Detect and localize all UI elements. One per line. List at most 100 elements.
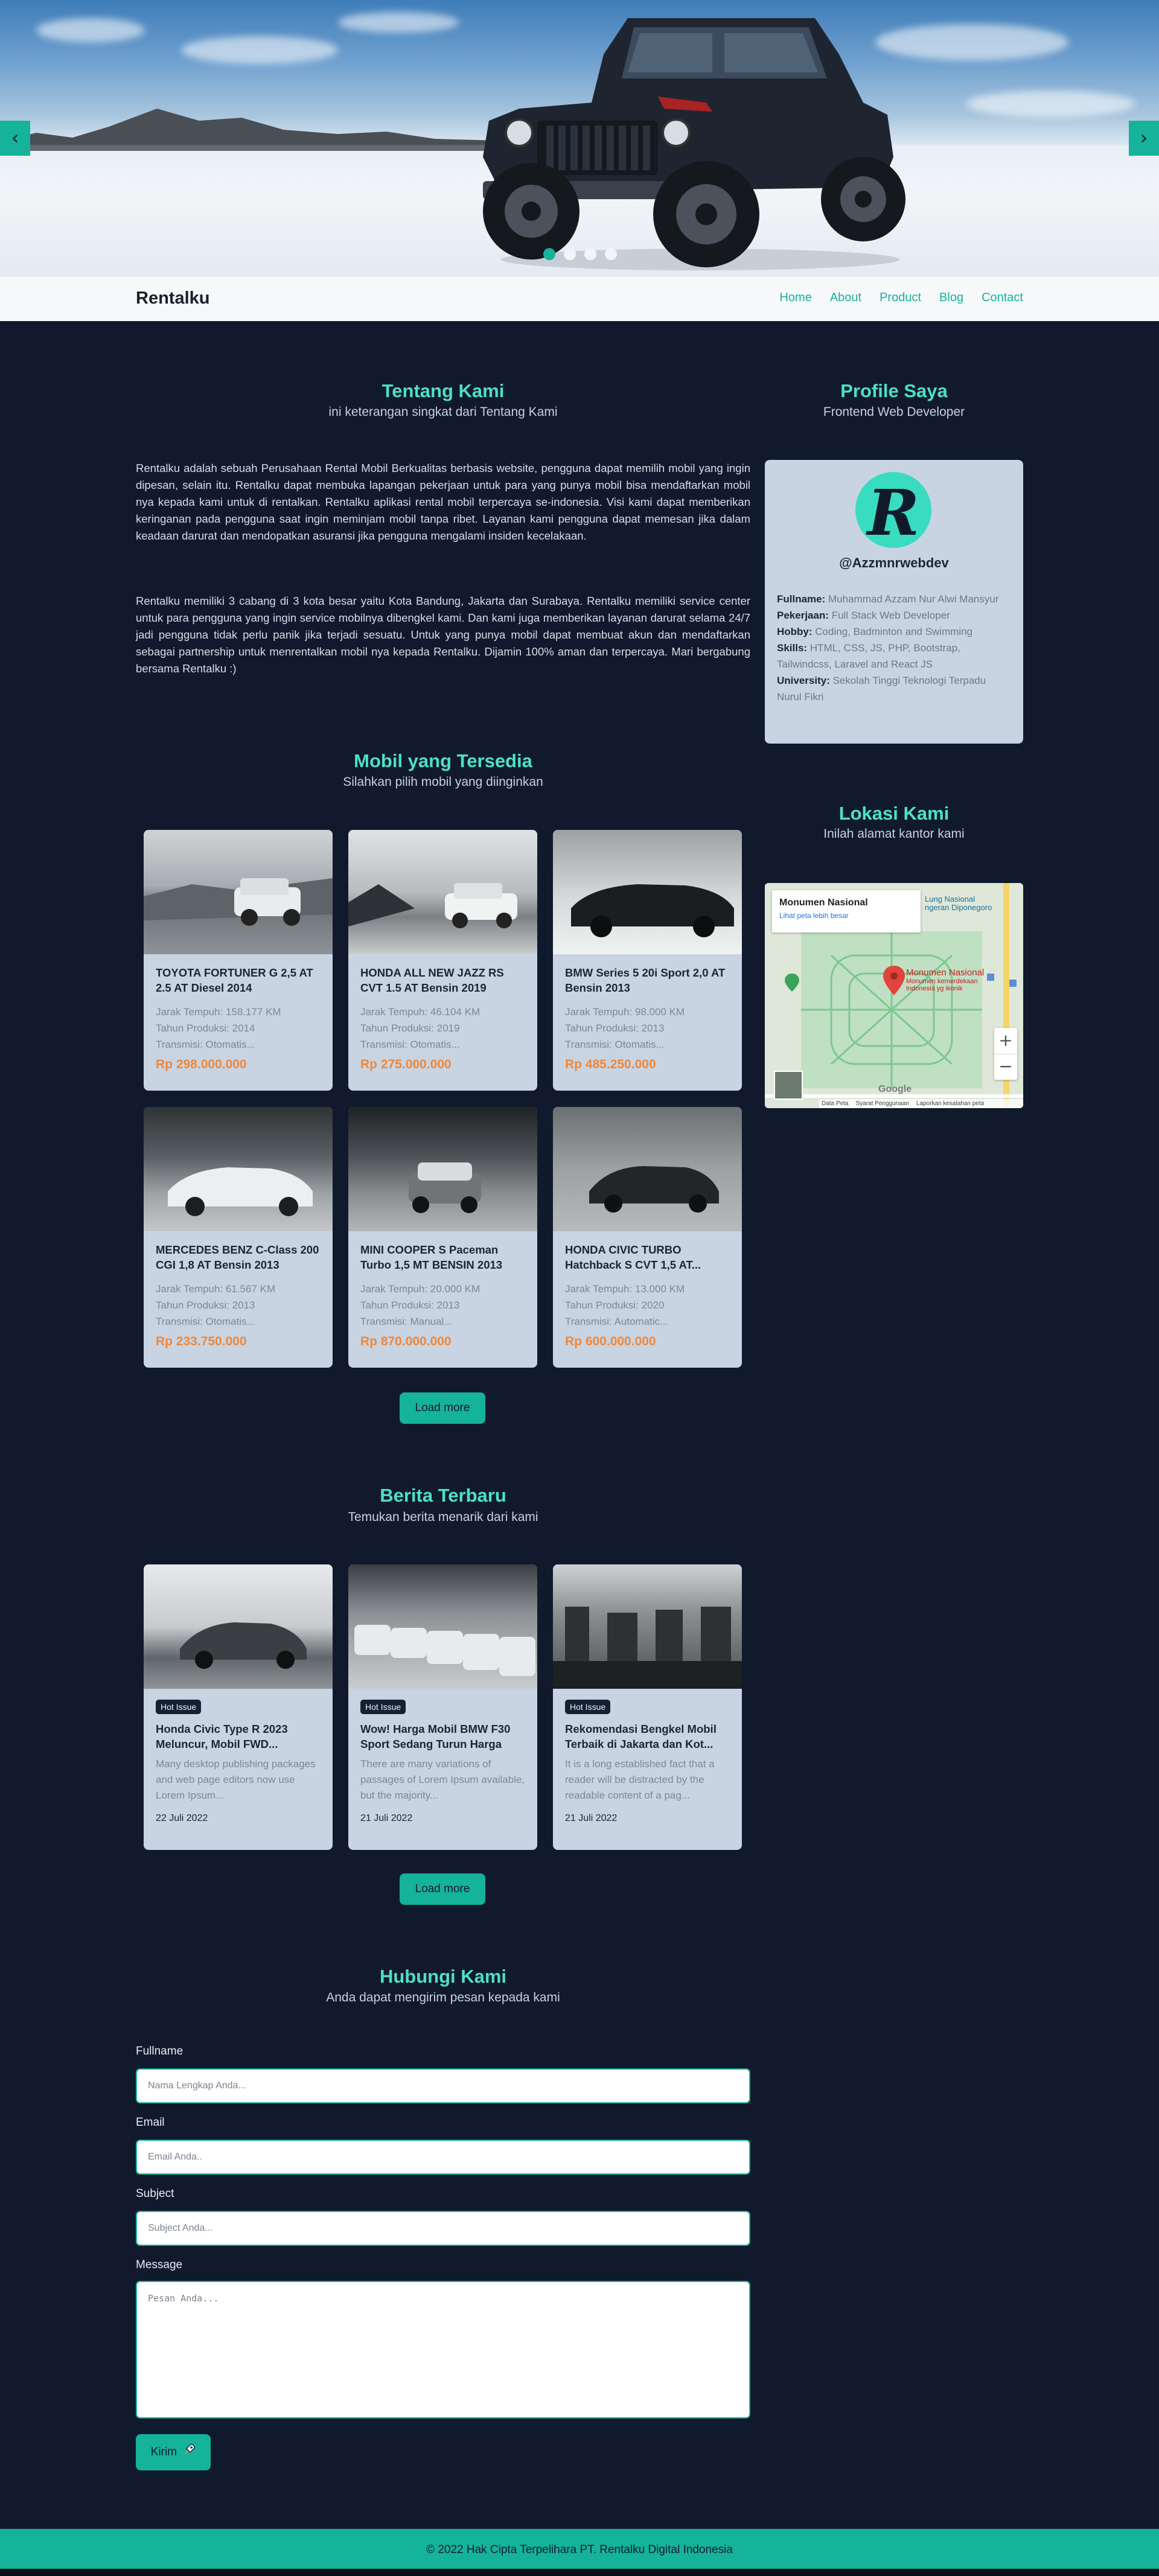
- location-subtitle: Inilah alamat kantor kami: [823, 827, 965, 841]
- profile-value-hobby: Coding, Badminton and Swimming: [812, 626, 973, 637]
- news-title: Berita Terbaru: [380, 1485, 506, 1506]
- contact-subtitle: Anda dapat mengirim pesan kepada kami: [326, 1991, 560, 2004]
- email-input[interactable]: [136, 2140, 750, 2175]
- profile-label-hobby: Hobby:: [777, 626, 813, 637]
- map-pin-title: Monumen Nasional: [906, 968, 985, 978]
- zoom-in-button[interactable]: +: [994, 1028, 1017, 1054]
- car-image: [144, 1107, 333, 1231]
- car-card[interactable]: TOYOTA FORTUNER G 2,5 AT 2.5 AT Diesel 2…: [144, 830, 333, 1091]
- news-image: [553, 1564, 742, 1689]
- nav-link-blog[interactable]: Blog: [939, 291, 963, 305]
- map-zoom-controls: + −: [994, 1028, 1017, 1080]
- footer-copyright: © 2022 Hak Cipta Terpelihara PT. Rentalk…: [426, 2543, 733, 2556]
- car-mileage: Jarak Tempuh: 13.000 KM: [565, 1283, 685, 1295]
- carousel-next-button[interactable]: ›: [1129, 121, 1159, 156]
- carousel-dot-3[interactable]: [584, 248, 596, 260]
- news-card[interactable]: Hot Issue Rekomendasi Bengkel Mobil Terb…: [553, 1564, 742, 1850]
- car-card[interactable]: BMW Series 5 20i Sport 2,0 AT Bensin 201…: [553, 830, 742, 1091]
- car-year: Tahun Produksi: 2013: [360, 1299, 460, 1311]
- car-image: [553, 830, 742, 954]
- car-year: Tahun Produksi: 2020: [565, 1299, 665, 1311]
- map-larger-link[interactable]: Lihat peta lebih besar: [779, 911, 913, 920]
- map-terms-link[interactable]: Syarat Penggunaan: [855, 1099, 908, 1108]
- fullname-label: Fullname: [136, 2045, 184, 2058]
- car-price: Rp 298.000.000: [156, 1057, 247, 1071]
- profile-label-fullname: Fullname:: [777, 593, 826, 605]
- car-image: [144, 830, 333, 954]
- hero-carousel: ‹ ›: [0, 0, 1159, 276]
- news-card[interactable]: Hot Issue Honda Civic Type R 2023 Melunc…: [144, 1564, 333, 1850]
- carousel-dot-4[interactable]: [605, 248, 617, 260]
- news-headline: Rekomendasi Bengkel Mobil Terbaik di Jak…: [565, 1723, 717, 1750]
- car-transmission: Transmisi: Otomatis...: [360, 1039, 460, 1050]
- cars-subtitle: Silahkan pilih mobil yang diinginkan: [343, 775, 543, 789]
- nav-link-home[interactable]: Home: [779, 291, 811, 305]
- car-card[interactable]: HONDA ALL NEW JAZZ RS CVT 1.5 AT Bensin …: [348, 830, 537, 1091]
- cars-load-more-button[interactable]: Load more: [400, 1392, 485, 1424]
- profile-card: R @Azzmnrwebdev Fullname: Muhammad Azzam…: [765, 460, 1023, 744]
- car-transmission: Transmisi: Manual...: [360, 1316, 453, 1327]
- car-card[interactable]: HONDA CIVIC TURBO Hatchback S CVT 1,5 AT…: [553, 1107, 742, 1368]
- submit-button[interactable]: Kirim: [136, 2434, 211, 2470]
- chevron-left-icon: ‹: [11, 126, 19, 149]
- about-paragraph-1: Rentalku adalah sebuah Perusahaan Rental…: [136, 462, 750, 542]
- profile-label-university: University:: [777, 675, 830, 686]
- news-card[interactable]: Hot Issue Wow! Harga Mobil BMW F30 Sport…: [348, 1564, 537, 1850]
- subject-label: Subject: [136, 2187, 174, 2200]
- message-label: Message: [136, 2259, 183, 2271]
- map-report-link[interactable]: Laporkan kesalahan peta: [916, 1099, 984, 1108]
- map-place-name: Monumen Nasional: [779, 897, 868, 908]
- news-load-more-button[interactable]: Load more: [400, 1873, 485, 1905]
- car-name: BMW Series 5 20i Sport 2,0 AT Bensin 201…: [565, 966, 726, 994]
- brand-logo[interactable]: Rentalku: [136, 289, 209, 308]
- car-year: Tahun Produksi: 2013: [565, 1022, 665, 1034]
- footer-bottom-strip: [0, 2569, 1159, 2576]
- car-card[interactable]: MINI COOPER S Paceman Turbo 1,5 MT BENSI…: [348, 1107, 537, 1368]
- map-data-link[interactable]: Data Peta: [822, 1099, 848, 1108]
- news-excerpt: There are many variations of passages of…: [360, 1758, 525, 1801]
- car-name: HONDA CIVIC TURBO Hatchback S CVT 1,5 AT…: [565, 1243, 701, 1271]
- about-title: Tentang Kami: [382, 380, 505, 401]
- profile-label-skills: Skills:: [777, 642, 808, 654]
- map-embed[interactable]: Monumen Nasional Lihat peta lebih besar …: [765, 883, 1023, 1108]
- news-headline: Honda Civic Type R 2023 Meluncur, Mobil …: [156, 1723, 288, 1750]
- nav-link-product[interactable]: Product: [880, 291, 921, 305]
- car-mileage: Jarak Tempuh: 98.000 KM: [565, 1006, 685, 1018]
- nav-link-about[interactable]: About: [830, 291, 861, 305]
- zoom-out-button[interactable]: −: [994, 1054, 1017, 1080]
- car-card[interactable]: MERCEDES BENZ C-Class 200 CGI 1,8 AT Ben…: [144, 1107, 333, 1368]
- car-mileage: Jarak Tempuh: 46.104 KM: [360, 1006, 481, 1018]
- jeep-image: [483, 18, 905, 270]
- carousel-dot-2[interactable]: [564, 248, 576, 260]
- about-paragraph-2: Rentalku memiliki 3 cabang di 3 kota bes…: [136, 595, 750, 675]
- nav-link-contact[interactable]: Contact: [982, 291, 1023, 305]
- map-footer: Data Peta Syarat Penggunaan Laporkan kes…: [819, 1099, 1023, 1108]
- rocket-icon: [184, 2434, 196, 2470]
- profile-subtitle: Frontend Web Developer: [823, 405, 965, 419]
- subject-input[interactable]: [136, 2211, 750, 2246]
- submit-label: Kirim: [150, 2446, 177, 2459]
- car-year: Tahun Produksi: 2019: [360, 1022, 460, 1034]
- fullname-input[interactable]: [136, 2068, 750, 2103]
- cars-title: Mobil yang Tersedia: [354, 750, 532, 771]
- profile-title: Profile Saya: [840, 380, 948, 401]
- nav-links: Home About Product Blog Contact: [779, 291, 1023, 305]
- car-image: [553, 1107, 742, 1231]
- profile-value-job: Full Stack Web Developer: [829, 610, 950, 621]
- news-badge: Hot Issue: [156, 1700, 202, 1714]
- avatar-letter: R: [867, 476, 920, 550]
- map-pin-subtitle: Monumen kemerdekaan Indonesia yg ikonik: [906, 978, 978, 992]
- carousel-prev-button[interactable]: ‹: [0, 121, 30, 156]
- news-image: [144, 1564, 333, 1689]
- car-price: Rp 600.000.000: [565, 1334, 656, 1348]
- carousel-dot-1[interactable]: [543, 248, 555, 260]
- car-year: Tahun Produksi: 2014: [156, 1022, 255, 1034]
- news-headline: Wow! Harga Mobil BMW F30 Sport Sedang Tu…: [360, 1723, 511, 1750]
- google-logo: Google: [878, 1084, 912, 1094]
- profile-info: Fullname: Muhammad Azzam Nur Alwi Mansyu…: [777, 591, 1012, 705]
- profile-value-fullname: Muhammad Azzam Nur Alwi Mansyur: [825, 593, 999, 605]
- contact-title: Hubungi Kami: [379, 1966, 507, 1987]
- car-price: Rp 233.750.000: [156, 1334, 247, 1348]
- car-year: Tahun Produksi: 2013: [156, 1299, 255, 1311]
- message-textarea[interactable]: [136, 2281, 750, 2418]
